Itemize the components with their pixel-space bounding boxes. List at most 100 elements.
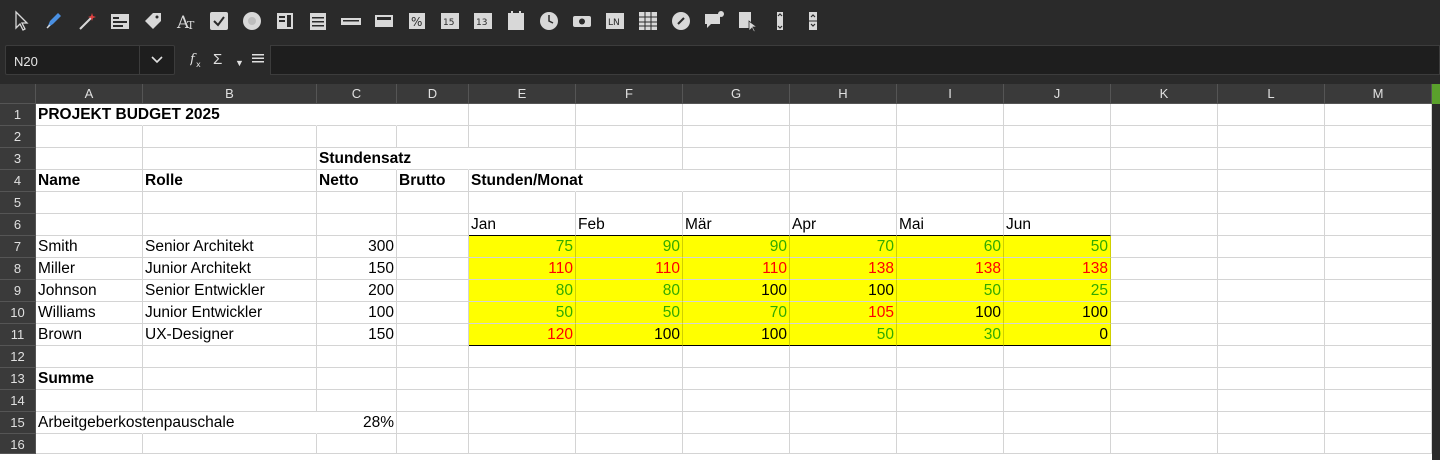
pen-icon[interactable] [41, 8, 67, 34]
cell-g5[interactable] [683, 192, 790, 214]
cell-l12[interactable] [1218, 346, 1325, 368]
tag-icon[interactable] [140, 8, 166, 34]
cell-j11[interactable]: 0 [1004, 324, 1111, 346]
cell-m9[interactable] [1325, 280, 1432, 302]
cell-g13[interactable] [683, 368, 790, 390]
cell-g9[interactable]: 100 [683, 280, 790, 302]
column-header-h[interactable]: H [790, 84, 897, 104]
cell-c7[interactable]: 300 [317, 236, 397, 258]
cell-m8[interactable] [1325, 258, 1432, 280]
cell-b10[interactable]: Junior Entwickler [143, 302, 317, 324]
speech-icon[interactable] [701, 8, 727, 34]
row-header-5[interactable]: 5 [0, 192, 36, 214]
cell-h4[interactable] [790, 170, 897, 192]
cell-m6[interactable] [1325, 214, 1432, 236]
image-button-icon[interactable] [569, 8, 595, 34]
cell-i12[interactable] [897, 346, 1004, 368]
cell-h5[interactable] [790, 192, 897, 214]
cell-j4[interactable] [1004, 170, 1111, 192]
cell-f16[interactable] [576, 434, 683, 454]
cell-e7[interactable]: 75 [469, 236, 576, 258]
cell-e9[interactable]: 80 [469, 280, 576, 302]
cell-d11[interactable] [397, 324, 469, 346]
cell-d2[interactable] [397, 126, 469, 148]
cell-j8[interactable]: 138 [1004, 258, 1111, 280]
cell-l16[interactable] [1218, 434, 1325, 454]
row-header-10[interactable]: 10 [0, 302, 36, 324]
cell-c13[interactable] [317, 368, 397, 390]
cell-f14[interactable] [576, 390, 683, 412]
time-icon[interactable] [536, 8, 562, 34]
ln-icon[interactable]: LN [602, 8, 628, 34]
row-header-4[interactable]: 4 [0, 170, 36, 192]
cell-k16[interactable] [1111, 434, 1218, 454]
cell-j2[interactable] [1004, 126, 1111, 148]
cell-l7[interactable] [1218, 236, 1325, 258]
cell-a8[interactable]: Miller [36, 258, 143, 280]
chevron-down-icon[interactable] [139, 46, 174, 74]
cell-j5[interactable] [1004, 192, 1111, 214]
cell-h16[interactable] [790, 434, 897, 454]
cell-i13[interactable] [897, 368, 1004, 390]
cell-c15[interactable]: 28% [317, 412, 397, 434]
cell-h13[interactable] [790, 368, 897, 390]
cell-l2[interactable] [1218, 126, 1325, 148]
cell-h1[interactable] [790, 104, 897, 126]
cell-g15[interactable] [683, 412, 790, 434]
cell-k8[interactable] [1111, 258, 1218, 280]
cell-l11[interactable] [1218, 324, 1325, 346]
column-header-c[interactable]: C [317, 84, 397, 104]
column-header-j[interactable]: J [1004, 84, 1111, 104]
cell-i10[interactable]: 100 [897, 302, 1004, 324]
cell-f8[interactable]: 110 [576, 258, 683, 280]
cell-a6[interactable] [36, 214, 143, 236]
sum-icon[interactable]: Σ [213, 51, 222, 69]
cell-l6[interactable] [1218, 214, 1325, 236]
cell-a15[interactable]: Arbeitgeberkostenpauschale [36, 412, 234, 434]
row-header-9[interactable]: 9 [0, 280, 36, 302]
row-header-3[interactable]: 3 [0, 148, 36, 170]
cell-m14[interactable] [1325, 390, 1432, 412]
cell-m12[interactable] [1325, 346, 1432, 368]
cell-a4[interactable]: Name [36, 170, 143, 192]
cell-i14[interactable] [897, 390, 1004, 412]
cell-m4[interactable] [1325, 170, 1432, 192]
cell-i4[interactable] [897, 170, 1004, 192]
cell-k4[interactable] [1111, 170, 1218, 192]
cell-a14[interactable] [36, 390, 143, 412]
cell-e16[interactable] [469, 434, 576, 454]
column-header-b[interactable]: B [143, 84, 317, 104]
cell-h8[interactable]: 138 [790, 258, 897, 280]
cell-k5[interactable] [1111, 192, 1218, 214]
cell-f11[interactable]: 100 [576, 324, 683, 346]
cell-l4[interactable] [1218, 170, 1325, 192]
row-header-7[interactable]: 7 [0, 236, 36, 258]
rect-icon[interactable] [338, 8, 364, 34]
cell-e5[interactable] [469, 192, 576, 214]
frame-icon[interactable] [371, 8, 397, 34]
cell-d4[interactable]: Brutto [397, 170, 469, 192]
cell-g8[interactable]: 110 [683, 258, 790, 280]
cell-j9[interactable]: 25 [1004, 280, 1111, 302]
select-all-corner[interactable] [0, 84, 36, 104]
cell-d14[interactable] [397, 390, 469, 412]
cell-c12[interactable] [317, 346, 397, 368]
cell-k1[interactable] [1111, 104, 1218, 126]
cell-g2[interactable] [683, 126, 790, 148]
cell-e13[interactable] [469, 368, 576, 390]
cell-k10[interactable] [1111, 302, 1218, 324]
cell-l13[interactable] [1218, 368, 1325, 390]
cell-m11[interactable] [1325, 324, 1432, 346]
row-header-13[interactable]: 13 [0, 368, 36, 390]
cell-a1[interactable]: PROJEKT BUDGET 2025 [36, 104, 220, 126]
select-arrow-icon[interactable] [9, 8, 35, 34]
row-header-16[interactable]: 16 [0, 434, 36, 454]
cell-k9[interactable] [1111, 280, 1218, 302]
cell-b4[interactable]: Rolle [143, 170, 317, 192]
calendar-icon[interactable] [503, 8, 529, 34]
fontwork-icon[interactable]: AT [174, 8, 200, 34]
cell-i3[interactable] [897, 148, 1004, 170]
cell-g14[interactable] [683, 390, 790, 412]
cell-k11[interactable] [1111, 324, 1218, 346]
cell-g12[interactable] [683, 346, 790, 368]
